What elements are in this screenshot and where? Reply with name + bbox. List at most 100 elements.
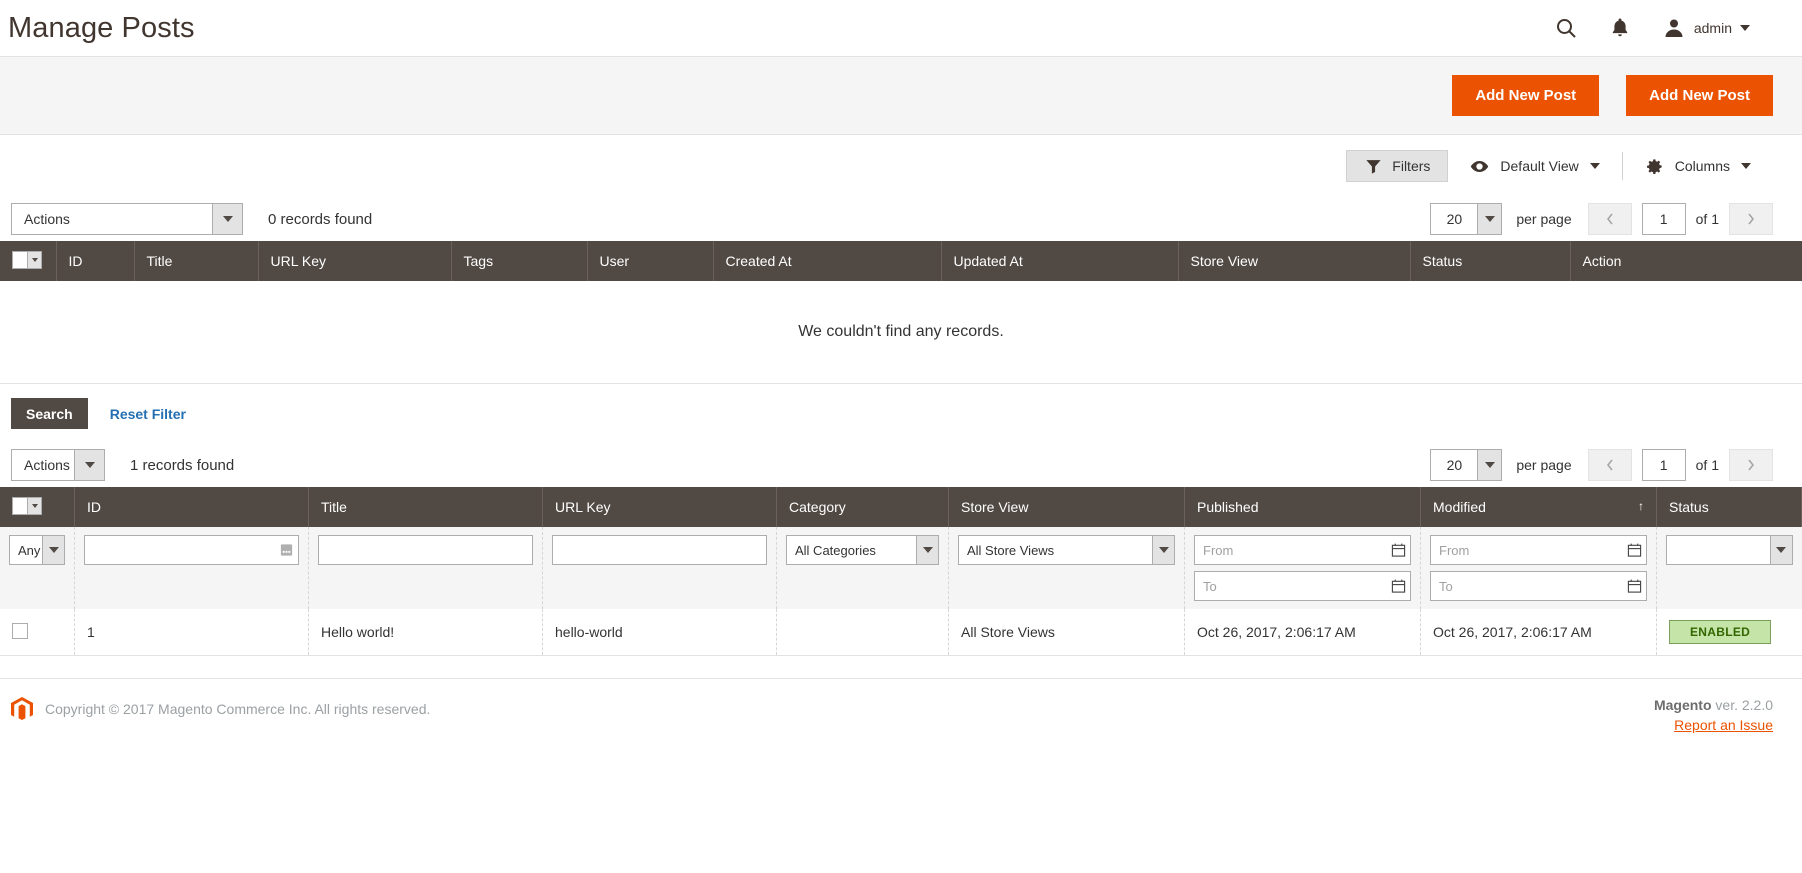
calendar-icon[interactable] [1391,579,1406,594]
columns-dropdown[interactable]: Columns [1623,150,1773,182]
top-grid: ID Title URL Key Tags User Created At Up… [0,241,1802,384]
pager-top: 20 per page of 1 [1430,203,1773,235]
cell-category [776,609,949,656]
page-number-input-bottom[interactable] [1641,449,1686,481]
filter-category-select[interactable]: All Categories [786,535,939,565]
chevron-right-icon [1748,213,1755,225]
column-header-status[interactable]: Status [1410,241,1571,281]
filter-published-from-input[interactable] [1194,535,1411,565]
filter-url-key-input[interactable] [552,535,767,565]
column-header-tags[interactable]: Tags [451,241,588,281]
column-header-id[interactable]: ID [74,487,309,527]
range-icon[interactable] [279,543,294,558]
table-header-row: ID Title URL Key Category Store View Pub… [0,487,1802,527]
actions-select-value: Actions [24,211,70,227]
page-number-input-top[interactable] [1641,203,1686,235]
bottom-grid-massaction: Actions 1 records found 20 per page of 1 [0,443,1802,487]
chevron-down-icon [1740,25,1750,31]
next-page-button-top[interactable] [1729,203,1773,235]
add-new-post-button-1[interactable]: Add New Post [1452,75,1600,116]
chevron-down-icon [1741,163,1751,169]
actions-select-top[interactable]: Actions [11,203,243,235]
filter-store-view-select[interactable]: All Store Views [958,535,1175,565]
chevron-down-icon [1589,163,1600,169]
actions-select-bottom[interactable]: Actions [11,449,105,481]
report-issue-link[interactable]: Report an Issue [1674,717,1773,733]
filter-status-select[interactable] [1666,535,1793,565]
filter-modified-to-input[interactable] [1430,571,1647,601]
column-header-status[interactable]: Status [1656,487,1802,527]
reset-filter-link[interactable]: Reset Filter [110,406,186,422]
filters-button[interactable]: Filters [1346,150,1449,182]
column-header-title[interactable]: Title [308,487,543,527]
column-header-created-at[interactable]: Created At [713,241,942,281]
status-badge: ENABLED [1669,620,1772,644]
column-header-modified[interactable]: Modified ↑ [1420,487,1657,527]
empty-state-row: We couldn't find any records. [0,281,1802,383]
column-header-user[interactable]: User [587,241,714,281]
bell-icon[interactable] [1608,16,1632,40]
chevron-down-icon [31,258,38,262]
chevron-down-icon [1152,536,1174,564]
select-all-dropdown[interactable] [12,251,42,269]
records-found-bottom: 1 records found [130,456,235,474]
actions-select-value: Actions [24,457,70,473]
filter-any-cell: Any [0,527,75,609]
filter-category-cell: All Categories [776,527,949,609]
filter-title-input[interactable] [318,535,533,565]
add-new-post-button-2[interactable]: Add New Post [1626,75,1773,116]
search-icon[interactable] [1554,16,1578,40]
next-page-button-bottom[interactable] [1729,449,1773,481]
user-avatar-icon [1662,16,1686,40]
column-header-store-view[interactable]: Store View [948,487,1185,527]
column-header-category[interactable]: Category [776,487,949,527]
eye-icon [1470,157,1489,176]
search-button[interactable]: Search [11,398,88,429]
sort-ascending-icon: ↑ [1638,499,1644,513]
page-total-bottom: of 1 [1695,457,1719,473]
per-page-select-top[interactable]: 20 [1430,203,1503,235]
filter-any-select[interactable]: Any [9,535,65,565]
chevron-down-icon [74,450,104,480]
chevron-right-icon [1748,459,1755,471]
admin-menu[interactable]: admin [1662,16,1750,40]
filter-published-to-input[interactable] [1194,571,1411,601]
posts-table-top: ID Title URL Key Tags User Created At Up… [0,241,1802,383]
filter-store-view-cell: All Store Views [948,527,1185,609]
columns-label: Columns [1674,158,1730,174]
select-all-dropdown[interactable] [12,497,42,515]
top-grid-massaction: Actions 0 records found 20 per page of 1 [0,197,1802,241]
per-page-select-bottom[interactable]: 20 [1430,449,1503,481]
calendar-icon[interactable] [1627,543,1642,558]
table-row: 1 Hello world! hello-world All Store Vie… [0,609,1802,656]
page-footer: Copyright © 2017 Magento Commerce Inc. A… [0,678,1802,735]
select-all-header[interactable] [0,241,57,281]
column-header-title[interactable]: Title [134,241,259,281]
calendar-icon[interactable] [1627,579,1642,594]
header-actions: admin [1554,16,1778,40]
cell-published: Oct 26, 2017, 2:06:17 AM [1184,609,1421,656]
table-header-row: ID Title URL Key Tags User Created At Up… [0,241,1802,281]
calendar-icon[interactable] [1391,543,1406,558]
chevron-down-icon [42,536,64,564]
column-header-url-key[interactable]: URL Key [542,487,777,527]
cell-id: 1 [74,609,309,656]
column-header-action[interactable]: Action [1570,241,1802,281]
column-header-published[interactable]: Published [1184,487,1421,527]
default-view-dropdown[interactable]: Default View [1448,150,1621,182]
previous-page-button-top[interactable] [1587,203,1632,235]
column-header-updated-at[interactable]: Updated At [941,241,1179,281]
column-header-id[interactable]: ID [56,241,135,281]
row-checkbox[interactable] [12,622,28,639]
filter-modified-from-input[interactable] [1430,535,1647,565]
previous-page-button-bottom[interactable] [1587,449,1632,481]
column-header-store-view[interactable]: Store View [1178,241,1411,281]
pager-bottom: 20 per page of 1 [1430,449,1773,481]
column-header-url-key[interactable]: URL Key [258,241,452,281]
filter-status-cell [1656,527,1802,609]
chevron-down-icon [916,536,938,564]
version-brand: Magento [1653,697,1712,713]
cell-status: ENABLED [1656,609,1802,656]
filter-id-input[interactable] [84,535,299,565]
select-all-header[interactable] [0,487,75,527]
